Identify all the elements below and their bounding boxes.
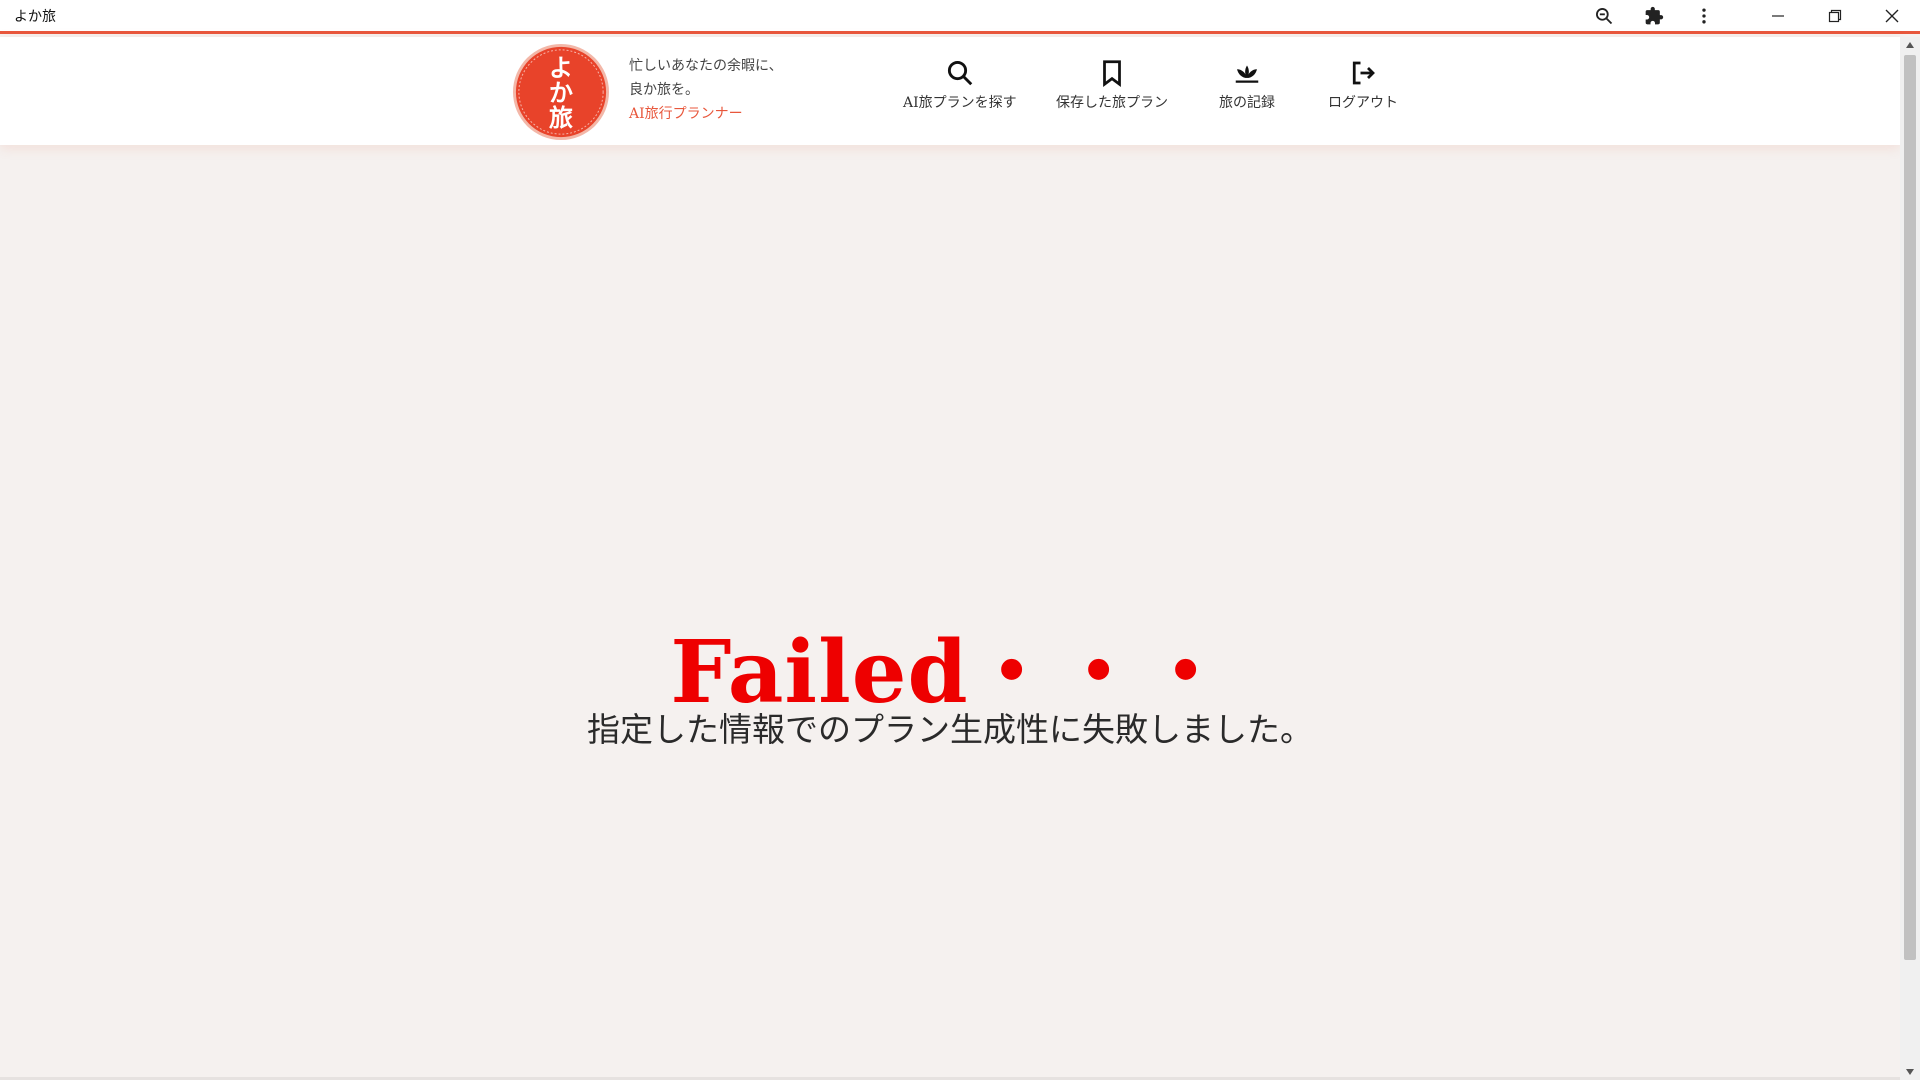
window-titlebar: よか旅 bbox=[0, 0, 1920, 34]
scroll-up-arrow-icon[interactable] bbox=[1900, 37, 1920, 53]
site-header: よ か 旅 忙しいあなたの余暇に、 良か旅を。 AI旅行プランナー AI旅プラン… bbox=[0, 37, 1900, 145]
close-icon[interactable] bbox=[1863, 0, 1920, 33]
nav-logout[interactable]: ログアウト bbox=[1328, 58, 1398, 128]
puzzle-icon[interactable] bbox=[1629, 0, 1679, 33]
tagline-line: 忙しいあなたの余暇に、 bbox=[629, 58, 783, 74]
logo-char: 旅 bbox=[549, 102, 573, 132]
site-logo[interactable]: よ か 旅 bbox=[512, 43, 610, 141]
scroll-down-arrow-icon[interactable] bbox=[1900, 1064, 1920, 1080]
logout-icon bbox=[1352, 61, 1375, 85]
logo-text: よ か 旅 bbox=[512, 43, 610, 141]
nav-label: 旅の記録 bbox=[1219, 95, 1275, 111]
bookmark-icon bbox=[1103, 60, 1121, 87]
nav-search-plans[interactable]: AI旅プランを探す bbox=[903, 58, 1017, 128]
error-message: 指定した情報でのプラン生成性に失敗しました。 bbox=[587, 710, 1313, 749]
scrollbar-thumb[interactable] bbox=[1904, 55, 1916, 960]
logo-char: か bbox=[549, 77, 573, 107]
scrollbar[interactable] bbox=[1900, 37, 1920, 1080]
tagline-subtitle: AI旅行プランナー bbox=[629, 106, 743, 122]
search-icon bbox=[947, 60, 973, 86]
more-vert-icon[interactable] bbox=[1679, 0, 1729, 33]
minimize-icon[interactable] bbox=[1749, 0, 1806, 33]
nav-saved-plans[interactable]: 保存した旅プラン bbox=[1056, 58, 1168, 128]
tagline: 忙しいあなたの余暇に、 良か旅を。 AI旅行プランナー bbox=[629, 54, 783, 126]
nav-label: AI旅プランを探す bbox=[903, 95, 1017, 111]
main-content: Failed・・・ 指定した情報でのプラン生成性に失敗しました。 bbox=[0, 145, 1900, 1078]
lotus-icon bbox=[1235, 65, 1259, 83]
tagline-line: 良か旅を。 bbox=[629, 82, 699, 98]
nav-label: ログアウト bbox=[1328, 95, 1398, 111]
nav-label: 保存した旅プラン bbox=[1056, 95, 1168, 111]
nav-travel-records[interactable]: 旅の記録 bbox=[1219, 58, 1275, 128]
logo-char: よ bbox=[549, 52, 573, 82]
restore-icon[interactable] bbox=[1806, 0, 1863, 33]
window-title: よか旅 bbox=[14, 8, 56, 25]
zoom-out-icon[interactable] bbox=[1579, 0, 1629, 33]
